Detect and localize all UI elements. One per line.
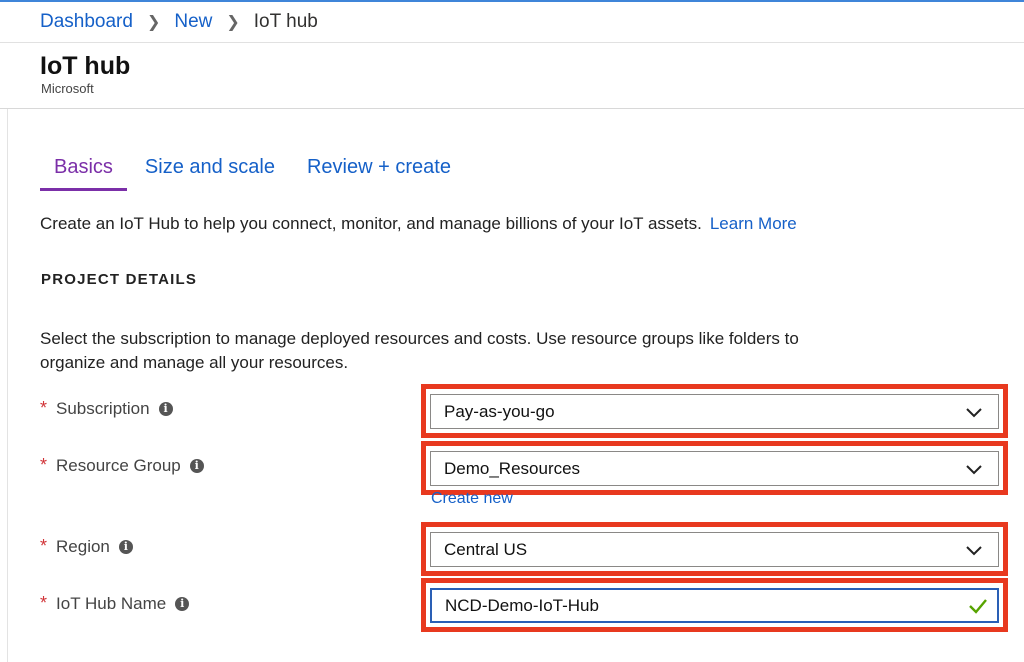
info-icon[interactable]: i bbox=[158, 401, 173, 416]
required-marker: * bbox=[40, 593, 48, 613]
section-title: PROJECT DETAILS bbox=[41, 271, 198, 288]
info-icon[interactable]: i bbox=[175, 596, 190, 611]
intro-description: Create an IoT Hub to help you connect, m… bbox=[40, 214, 702, 233]
chevron-down-icon bbox=[966, 545, 982, 555]
resource-group-value: Demo_Resources bbox=[444, 458, 581, 478]
info-icon[interactable]: i bbox=[189, 458, 204, 473]
hub-name-input[interactable]: NCD-Demo-IoT-Hub bbox=[430, 588, 999, 623]
region-value: Central US bbox=[444, 539, 528, 559]
breadcrumb: Dashboard ❯ New ❯ IoT hub bbox=[0, 2, 1024, 43]
tab-basics[interactable]: Basics bbox=[40, 152, 127, 192]
breadcrumb-new[interactable]: New bbox=[174, 11, 212, 33]
required-marker: * bbox=[40, 455, 48, 475]
chevron-right-icon: ❯ bbox=[226, 14, 240, 31]
learn-more-link[interactable]: Learn More bbox=[710, 214, 797, 233]
page-title: IoT hub bbox=[40, 52, 131, 80]
chevron-down-icon bbox=[966, 407, 982, 417]
region-dropdown[interactable]: Central US bbox=[430, 532, 999, 567]
info-icon[interactable]: i bbox=[118, 539, 133, 554]
intro-text: Create an IoT Hub to help you connect, m… bbox=[40, 214, 797, 234]
tab-bar: Basics Size and scale Review + create bbox=[40, 152, 483, 192]
create-new-link[interactable]: Create new bbox=[431, 490, 513, 508]
subscription-value: Pay-as-you-go bbox=[444, 401, 555, 421]
resource-group-label: * Resource Group i bbox=[40, 455, 204, 476]
section-description: Select the subscription to manage deploy… bbox=[40, 329, 799, 372]
hub-name-label: * IoT Hub Name i bbox=[40, 593, 190, 614]
page-subtitle: Microsoft bbox=[41, 81, 94, 96]
left-divider bbox=[7, 109, 8, 662]
chevron-right-icon: ❯ bbox=[146, 14, 161, 31]
region-label: * Region i bbox=[40, 536, 133, 557]
required-marker: * bbox=[40, 536, 48, 556]
hub-name-value: NCD-Demo-IoT-Hub bbox=[445, 595, 599, 615]
required-marker: * bbox=[40, 398, 48, 418]
resource-group-dropdown[interactable]: Demo_Resources bbox=[430, 451, 999, 486]
tab-size-and-scale[interactable]: Size and scale bbox=[145, 152, 275, 192]
region-label-text: Region bbox=[56, 536, 110, 556]
checkmark-icon bbox=[969, 598, 987, 614]
subscription-dropdown[interactable]: Pay-as-you-go bbox=[430, 394, 999, 429]
tab-review-create[interactable]: Review + create bbox=[307, 152, 451, 192]
breadcrumb-current: IoT hub bbox=[253, 11, 318, 32]
hub-name-label-text: IoT Hub Name bbox=[56, 593, 167, 613]
chevron-down-icon bbox=[966, 464, 982, 474]
blade-header: IoT hub Microsoft bbox=[0, 43, 1024, 109]
subscription-label-text: Subscription bbox=[56, 398, 150, 418]
breadcrumb-dashboard[interactable]: Dashboard bbox=[40, 11, 133, 33]
subscription-label: * Subscription i bbox=[40, 398, 173, 419]
resource-group-label-text: Resource Group bbox=[56, 455, 181, 475]
